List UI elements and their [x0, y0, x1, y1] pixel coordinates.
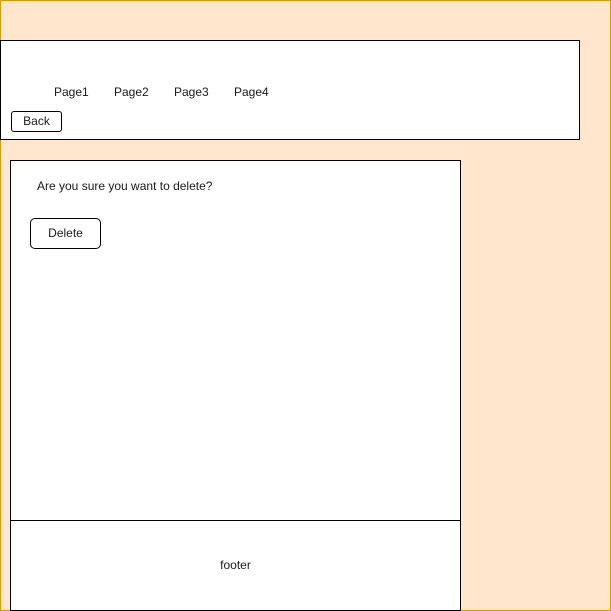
nav-link-page3[interactable]: Page3	[174, 84, 209, 100]
footer: footer	[10, 520, 461, 611]
delete-confirmation-message: Are you sure you want to delete?	[37, 179, 213, 193]
back-button[interactable]: Back	[11, 111, 62, 132]
header-bar: Page1 Page2 Page3 Page4 Back	[0, 40, 580, 140]
nav-link-page1[interactable]: Page1	[54, 84, 89, 100]
nav-link-page2[interactable]: Page2	[114, 84, 149, 100]
main-content-panel: Are you sure you want to delete? Delete	[10, 160, 461, 521]
delete-button[interactable]: Delete	[30, 218, 101, 249]
nav-link-page4[interactable]: Page4	[234, 84, 269, 100]
